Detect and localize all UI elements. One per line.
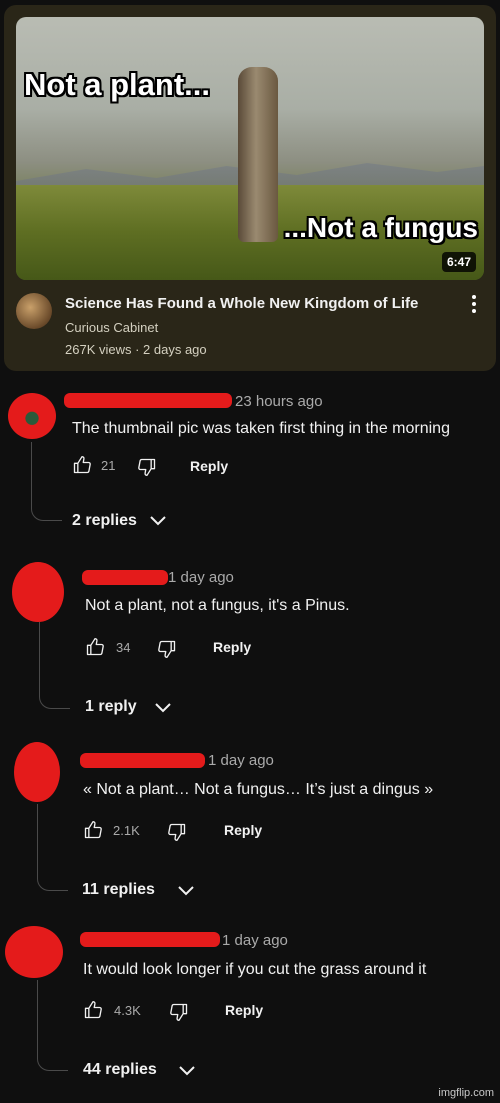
dislike-icon[interactable] <box>157 639 177 659</box>
like-icon[interactable] <box>72 455 92 475</box>
video-meta: 267K views · 2 days ago <box>65 342 207 357</box>
chevron-down-icon[interactable] <box>178 886 194 896</box>
like-icon[interactable] <box>83 1000 103 1020</box>
thread-line <box>39 622 70 709</box>
like-icon[interactable] <box>85 637 105 657</box>
dislike-icon[interactable] <box>169 1002 189 1022</box>
thread-line <box>37 980 68 1071</box>
like-count: 2.1K <box>113 823 140 838</box>
like-icon[interactable] <box>83 820 103 840</box>
view-replies-button[interactable]: 1 reply <box>85 698 137 716</box>
comment-text: Not a plant, not a fungus, it's a Pinus. <box>85 597 350 614</box>
view-replies-button[interactable]: 44 replies <box>83 1061 157 1079</box>
thumbnail-text-bottom: ...Not a fungus <box>283 212 478 243</box>
reply-button[interactable]: Reply <box>213 639 251 655</box>
chevron-down-icon[interactable] <box>155 703 171 713</box>
comment-text: « Not a plant… Not a fungus… It’s just a… <box>83 781 434 798</box>
chevron-down-icon[interactable] <box>150 516 166 526</box>
comment-timestamp: 1 day ago <box>222 932 288 949</box>
channel-name[interactable]: Curious Cabinet <box>65 320 158 335</box>
like-count: 34 <box>116 640 131 655</box>
comment: 1 day ago « Not a plant… Not a fungus… I… <box>0 740 500 910</box>
thread-line <box>37 804 68 891</box>
view-replies-button[interactable]: 11 replies <box>82 881 155 899</box>
comment-text: It would look longer if you cut the gras… <box>83 961 427 978</box>
avatar[interactable] <box>14 742 60 802</box>
redacted-username <box>80 932 220 947</box>
like-count: 4.3K <box>114 1003 141 1018</box>
comment-timestamp: 23 hours ago <box>235 393 323 410</box>
comment-timestamp: 1 day ago <box>168 569 234 586</box>
thread-line <box>31 442 62 521</box>
comment: 23 hours ago The thumbnail pic was taken… <box>0 380 500 540</box>
comment-timestamp: 1 day ago <box>208 752 274 769</box>
comment: 1 day ago Not a plant, not a fungus, it'… <box>0 556 500 726</box>
redacted-username <box>82 570 168 585</box>
thumbnail-pillar <box>238 67 278 242</box>
comment: 1 day ago It would look longer if you cu… <box>0 920 500 1090</box>
reply-button[interactable]: Reply <box>224 822 262 838</box>
view-replies-button[interactable]: 2 replies <box>72 512 137 530</box>
avatar[interactable] <box>5 926 63 978</box>
reply-button[interactable]: Reply <box>225 1002 263 1018</box>
avatar[interactable] <box>8 393 56 439</box>
video-thumbnail[interactable]: Not a plant... ...Not a fungus 6:47 <box>16 17 484 280</box>
redacted-username <box>80 753 205 768</box>
thumbnail-text-top: Not a plant... <box>24 67 210 102</box>
like-count: 21 <box>101 458 116 473</box>
dislike-icon[interactable] <box>137 457 157 477</box>
channel-avatar[interactable] <box>16 293 52 329</box>
comment-text: The thumbnail pic was taken first thing … <box>72 420 450 437</box>
video-title[interactable]: Science Has Found a Whole New Kingdom of… <box>65 295 418 312</box>
watermark: imgflip.com <box>438 1087 494 1099</box>
avatar[interactable] <box>12 562 64 622</box>
reply-button[interactable]: Reply <box>190 458 228 474</box>
dislike-icon[interactable] <box>167 822 187 842</box>
video-duration: 6:47 <box>441 252 476 272</box>
more-options-icon[interactable] <box>466 294 482 314</box>
chevron-down-icon[interactable] <box>179 1066 195 1076</box>
redacted-username <box>64 393 232 408</box>
